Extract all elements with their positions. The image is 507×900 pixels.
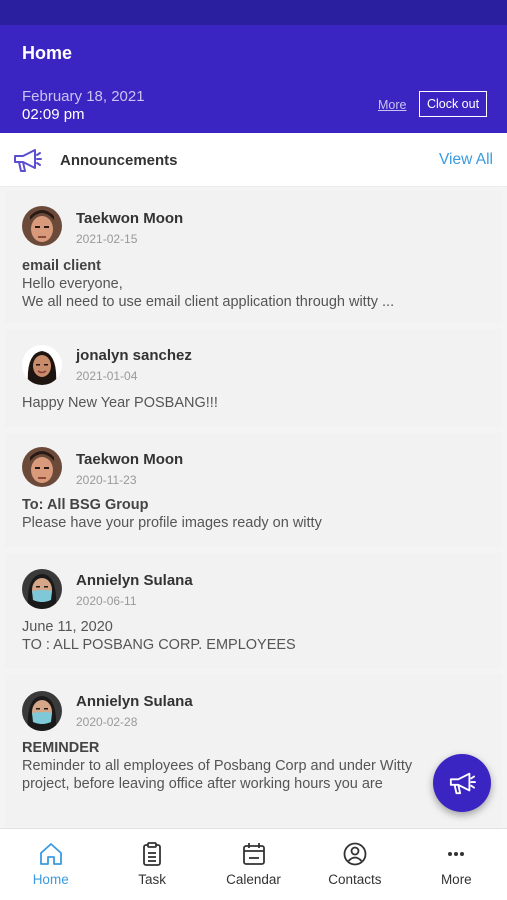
announcement-list: Taekwon Moon 2021-02-15 email client Hel… xyxy=(0,187,507,827)
avatar xyxy=(22,691,62,731)
clipboard-icon xyxy=(143,842,162,866)
clock-out-button[interactable]: Clock out xyxy=(419,91,487,117)
megaphone-icon xyxy=(14,149,42,172)
page-title: Home xyxy=(22,43,73,63)
tab-task[interactable]: Task xyxy=(101,829,202,900)
post-text: TO : ALL POSBANG CORP. EMPLOYEES xyxy=(22,637,296,653)
announcements-title: Announcements xyxy=(60,152,178,169)
status-bar xyxy=(0,0,507,25)
announcement-card[interactable]: Taekwon Moon 2021-02-15 email client Hel… xyxy=(5,190,502,323)
home-icon xyxy=(39,843,62,865)
tab-home[interactable]: Home xyxy=(0,829,101,900)
app-header: Home February 18, 2021 02:09 pm More Clo… xyxy=(0,25,507,133)
post-date: 2020-06-11 xyxy=(76,594,137,608)
new-announcement-button[interactable] xyxy=(433,754,491,812)
announcement-card[interactable]: Annielyn Sulana 2020-06-11 June 11, 2020… xyxy=(5,553,502,668)
megaphone-icon xyxy=(449,772,476,795)
view-all-link[interactable]: View All xyxy=(439,151,493,169)
post-title: REMINDER xyxy=(22,740,100,756)
avatar xyxy=(22,569,62,609)
announcement-card[interactable]: Annielyn Sulana 2020-02-28 REMINDER Remi… xyxy=(5,674,502,827)
calendar-icon xyxy=(242,843,265,865)
announcement-card[interactable]: Taekwon Moon 2020-11-23 To: All BSG Grou… xyxy=(5,433,502,547)
tab-label: Calendar xyxy=(226,872,281,887)
announcements-bar: Announcements View All xyxy=(0,133,507,187)
post-text: June 11, 2020 xyxy=(22,619,113,635)
post-date: 2020-11-23 xyxy=(76,473,137,487)
tab-label: Home xyxy=(32,872,69,887)
tab-calendar[interactable]: Calendar xyxy=(203,829,304,900)
post-text: Reminder to all employees of Posbang Cor… xyxy=(22,758,413,774)
person-circle-icon xyxy=(343,842,367,866)
author-name: Annielyn Sulana xyxy=(76,693,193,710)
post-text: Hello everyone, xyxy=(22,276,123,292)
author-name: jonalyn sanchez xyxy=(76,347,192,364)
bottom-tab-bar: Home Task Calendar Contacts More xyxy=(0,828,507,900)
author-name: Annielyn Sulana xyxy=(76,572,193,589)
avatar xyxy=(22,206,62,246)
announcement-card[interactable]: jonalyn sanchez 2021-01-04 Happy New Yea… xyxy=(5,329,502,427)
avatar xyxy=(22,447,62,487)
avatar xyxy=(22,345,62,385)
post-text: We all need to use email client applicat… xyxy=(22,294,395,310)
current-time: 02:09 pm xyxy=(22,106,85,123)
tab-label: Task xyxy=(138,872,166,887)
tab-label: More xyxy=(440,872,472,887)
post-date: 2021-01-04 xyxy=(76,369,138,383)
more-link[interactable]: More xyxy=(378,98,406,112)
more-dots-icon xyxy=(448,852,465,856)
author-name: Taekwon Moon xyxy=(76,210,184,227)
post-title: email client xyxy=(22,258,101,274)
author-name: Taekwon Moon xyxy=(76,451,184,468)
post-title: To: All BSG Group xyxy=(22,497,149,513)
current-date: February 18, 2021 xyxy=(22,88,145,105)
post-text: Please have your profile images ready on… xyxy=(22,515,322,531)
post-text: Happy New Year POSBANG!!! xyxy=(22,395,218,411)
tab-label: Contacts xyxy=(328,872,382,887)
post-text: project, before leaving office after wor… xyxy=(22,776,383,792)
tab-more[interactable]: More xyxy=(406,829,507,900)
post-date: 2020-02-28 xyxy=(76,715,138,729)
post-date: 2021-02-15 xyxy=(76,232,138,246)
tab-contacts[interactable]: Contacts xyxy=(304,829,405,900)
